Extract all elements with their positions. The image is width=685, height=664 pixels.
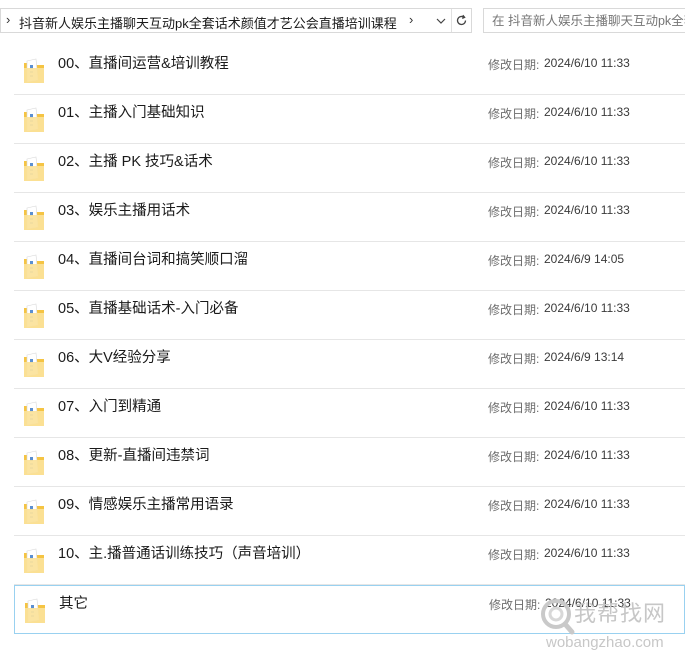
modified-date-label: 修改日期:: [488, 254, 540, 268]
modified-date-label: 修改日期:: [488, 499, 540, 513]
breadcrumb-chevron-icon[interactable]: ›: [6, 12, 10, 27]
folder-icon: [24, 156, 44, 181]
folder-icon: [25, 598, 45, 623]
file-name[interactable]: 04、直播间台词和搞笑顺口溜: [58, 248, 248, 269]
modified-date-label: 修改日期:: [488, 450, 540, 464]
modified-date-label: 修改日期:: [488, 58, 540, 72]
folder-icon: [24, 352, 44, 377]
modified-date-label: 修改日期:: [488, 107, 540, 121]
file-name[interactable]: 10、主.播普通话训练技巧（声音培训）: [58, 542, 310, 563]
folder-icon: [24, 548, 44, 573]
refresh-icon: [456, 14, 467, 26]
folder-icon: [24, 303, 44, 328]
file-name[interactable]: 01、主播入门基础知识: [58, 101, 205, 122]
breadcrumb-chevron-icon[interactable]: ›: [409, 12, 413, 27]
watermark-url: wobangzhao.com: [546, 634, 664, 651]
modified-date-label: 修改日期:: [488, 352, 540, 366]
modified-date-value: 2024/6/9 13:14: [544, 350, 625, 364]
file-name[interactable]: 08、更新-直播间违禁词: [58, 444, 209, 465]
modified-date-value: 2024/6/10 11:33: [544, 203, 630, 217]
list-item[interactable]: 07、入门到精通 修改日期: 2024/6/10 11:33: [14, 389, 685, 438]
file-name[interactable]: 06、大V经验分享: [58, 346, 171, 367]
modified-date-value: 2024/6/10 11:33: [544, 56, 630, 70]
folder-icon: [24, 58, 44, 83]
modified-date-value: 2024/6/10 11:33: [544, 301, 630, 315]
list-item[interactable]: 08、更新-直播间违禁词 修改日期: 2024/6/10 11:33: [14, 438, 685, 487]
file-name[interactable]: 03、娱乐主播用话术: [58, 199, 190, 220]
modified-date-value: 2024/6/10 11:33: [544, 399, 630, 413]
list-item[interactable]: 10、主.播普通话训练技巧（声音培训） 修改日期: 2024/6/10 11:3…: [14, 536, 685, 585]
list-item[interactable]: 06、大V经验分享 修改日期: 2024/6/9 13:14: [14, 340, 685, 389]
chevron-down-icon: [436, 18, 446, 24]
list-item[interactable]: 02、主播 PK 技巧&话术 修改日期: 2024/6/10 11:33: [14, 144, 685, 193]
search-input[interactable]: [484, 9, 685, 32]
address-toolbar: › 抖音新人娱乐主播聊天互动pk全套话术颜值才艺公会直播培训课程 ›: [0, 0, 685, 40]
folder-icon: [24, 107, 44, 132]
file-name[interactable]: 09、情感娱乐主播常用语录: [58, 493, 234, 514]
modified-date-label: 修改日期:: [488, 548, 540, 562]
file-name[interactable]: 07、入门到精通: [58, 395, 161, 416]
modified-date-label: 修改日期:: [488, 205, 540, 219]
file-name[interactable]: 00、直播间运营&培训教程: [58, 52, 229, 73]
modified-date-value: 2024/6/10 11:33: [544, 546, 630, 560]
modified-date-value: 2024/6/10 11:33: [544, 448, 630, 462]
modified-date-label: 修改日期:: [488, 303, 540, 317]
file-name[interactable]: 02、主播 PK 技巧&话术: [58, 150, 213, 171]
folder-icon: [24, 205, 44, 230]
modified-date-label: 修改日期:: [489, 598, 541, 612]
file-name[interactable]: 05、直播基础话术-入门必备: [58, 297, 238, 318]
list-item[interactable]: 00、直播间运营&培训教程 修改日期: 2024/6/10 11:33: [14, 46, 685, 95]
folder-icon: [24, 499, 44, 524]
list-item[interactable]: 03、娱乐主播用话术 修改日期: 2024/6/10 11:33: [14, 193, 685, 242]
address-dropdown-button[interactable]: [431, 9, 451, 32]
list-item[interactable]: 01、主播入门基础知识 修改日期: 2024/6/10 11:33: [14, 95, 685, 144]
file-name[interactable]: 其它: [59, 592, 88, 613]
list-item[interactable]: 05、直播基础话术-入门必备 修改日期: 2024/6/10 11:33: [14, 291, 685, 340]
search-box[interactable]: [483, 8, 685, 33]
file-list: 00、直播间运营&培训教程 修改日期: 2024/6/10 11:33 01、主…: [14, 46, 685, 634]
modified-date-value: 2024/6/10 11:33: [544, 154, 630, 168]
address-bar[interactable]: › 抖音新人娱乐主播聊天互动pk全套话术颜值才艺公会直播培训课程 ›: [0, 8, 472, 33]
list-item[interactable]: 09、情感娱乐主播常用语录 修改日期: 2024/6/10 11:33: [14, 487, 685, 536]
folder-icon: [24, 254, 44, 279]
folder-icon: [24, 401, 44, 426]
modified-date-value: 2024/6/10 11:33: [544, 105, 630, 119]
list-item[interactable]: 04、直播间台词和搞笑顺口溜 修改日期: 2024/6/9 14:05: [14, 242, 685, 291]
modified-date-value: 2024/6/10 11:33: [544, 497, 630, 511]
watermark-text: 我帮找网: [574, 602, 667, 627]
breadcrumb-current-folder[interactable]: 抖音新人娱乐主播聊天互动pk全套话术颜值才艺公会直播培训课程: [19, 13, 397, 32]
modified-date-label: 修改日期:: [488, 401, 540, 415]
modified-date-value: 2024/6/9 14:05: [544, 252, 625, 266]
modified-date-label: 修改日期:: [488, 156, 540, 170]
refresh-button[interactable]: [451, 9, 471, 32]
folder-icon: [24, 450, 44, 475]
